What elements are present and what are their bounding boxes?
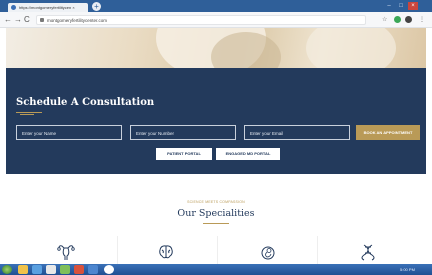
new-tab-button[interactable]: +: [92, 2, 101, 11]
name-input[interactable]: Enter your Name: [16, 125, 122, 140]
heading-divider-short: [20, 114, 34, 115]
address-bar[interactable]: montgomeryfertilitycenter.com: [36, 15, 366, 25]
media-icon[interactable]: [46, 265, 56, 274]
browser-tab[interactable]: https://montgomeryfertilitycen ×: [8, 3, 88, 12]
forward-button[interactable]: →: [14, 15, 22, 25]
taskbar: 5:00 PM: [0, 264, 432, 275]
chrome-icon[interactable]: [104, 265, 114, 274]
app-icon[interactable]: [60, 265, 70, 274]
consultation-section: Schedule A Consultation Enter your Name …: [6, 68, 426, 174]
column-divider: [217, 236, 218, 264]
office-icon[interactable]: [74, 265, 84, 274]
browser-toolbar: ← → C montgomeryfertilitycenter.com ☆ ⋮: [0, 12, 432, 28]
maximize-button[interactable]: □: [396, 2, 406, 10]
uterus-icon[interactable]: [56, 242, 76, 262]
dna-icon[interactable]: [358, 242, 378, 262]
extension-icon[interactable]: [394, 16, 401, 23]
lock-icon: [40, 18, 44, 22]
number-input[interactable]: Enter your Number: [130, 125, 236, 140]
start-button[interactable]: [2, 265, 12, 274]
title-divider: [203, 223, 229, 224]
heading-divider: [16, 112, 42, 113]
specialities-title: Our Specialities: [177, 208, 255, 219]
url-text: montgomeryfertilitycenter.com: [47, 17, 108, 23]
column-divider: [117, 236, 118, 264]
screen: https://montgomeryfertilitycen × + – □ ×…: [0, 0, 432, 275]
clock-text: 5:00 PM: [400, 267, 415, 272]
star-icon[interactable]: ☆: [382, 16, 387, 24]
engaged-md-portal-button[interactable]: ENGAGED MD PORTAL: [216, 148, 280, 160]
book-appointment-button[interactable]: BOOK AN APPOINTMENT: [356, 125, 420, 140]
reload-button[interactable]: C: [24, 15, 30, 25]
email-input[interactable]: Enter your Email: [244, 125, 350, 140]
minimize-button[interactable]: –: [384, 2, 394, 10]
consultation-heading: Schedule A Consultation: [16, 97, 155, 108]
back-button[interactable]: ←: [4, 15, 12, 25]
specialities-kicker: SCIENCE MEETS COMPASSION: [187, 200, 245, 204]
tab-title: https://montgomeryfertilitycen ×: [19, 5, 75, 10]
extension-dark-icon[interactable]: [405, 16, 412, 23]
explorer-icon[interactable]: [18, 265, 28, 274]
site-favicon-icon: [11, 5, 16, 10]
column-divider: [317, 236, 318, 264]
patient-portal-button[interactable]: PATIENT PORTAL: [156, 148, 212, 160]
ie-icon[interactable]: [32, 265, 42, 274]
app2-icon[interactable]: [88, 265, 98, 274]
close-window-button[interactable]: ×: [408, 2, 418, 10]
hero-image: [6, 28, 426, 68]
fetus-icon[interactable]: [258, 242, 278, 262]
brain-icon[interactable]: [156, 242, 176, 262]
browser-menu-icon[interactable]: ⋮: [419, 16, 425, 24]
hero-fabric-shape: [306, 28, 396, 68]
browser-titlebar: https://montgomeryfertilitycen × + – □ ×: [0, 0, 432, 12]
